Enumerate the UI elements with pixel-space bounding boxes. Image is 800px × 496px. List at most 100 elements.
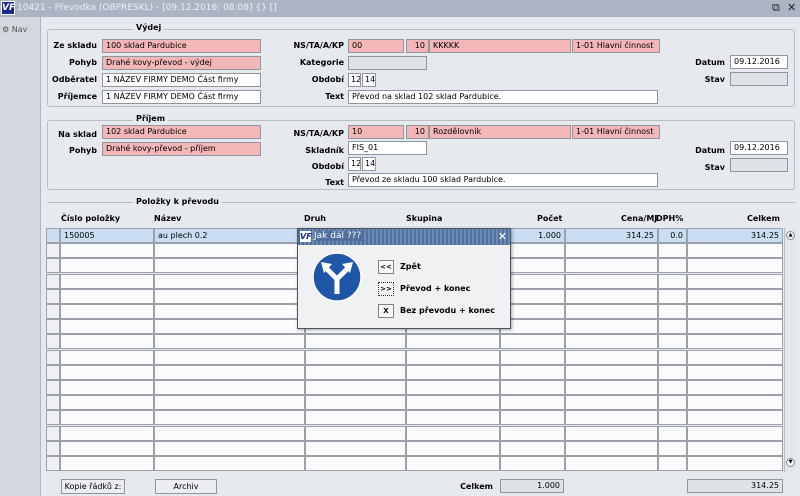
cell-druh[interactable]	[305, 349, 406, 365]
cell-dph[interactable]	[658, 243, 687, 259]
row-selector[interactable]	[46, 273, 60, 289]
cell-celkem[interactable]	[687, 349, 783, 365]
cell-cena[interactable]	[565, 440, 658, 456]
cell-celkem[interactable]	[687, 334, 783, 350]
cell-dph[interactable]	[658, 349, 687, 365]
cell-pocet[interactable]	[500, 334, 565, 350]
cell-dph[interactable]	[658, 258, 687, 274]
kopie-radku-button[interactable]: Kopie řádků z:	[61, 479, 125, 494]
cell-nazev[interactable]	[154, 380, 305, 395]
cell-celkem[interactable]: 314.25	[687, 228, 783, 243]
cell-pocet[interactable]	[500, 456, 565, 471]
cell-cislo[interactable]	[60, 364, 154, 380]
bez-prevodu-button[interactable]: X	[378, 304, 394, 318]
cell-cena[interactable]	[565, 364, 658, 380]
row-selector[interactable]	[46, 258, 60, 274]
cell-nazev[interactable]	[154, 319, 305, 335]
cell-dph[interactable]	[658, 304, 687, 319]
prijem-pohyb-field[interactable]: Drahé kovy-převod - příjem	[102, 142, 261, 156]
grid-scrollbar[interactable]: ▲ ▼	[784, 228, 796, 472]
vydej-pohyb-field[interactable]: Drahé kovy-převod - výdej	[102, 56, 261, 70]
restore-icon[interactable]: ⧉	[772, 2, 780, 14]
archiv-button[interactable]: Archiv	[155, 479, 217, 494]
prijem-ns-field-4[interactable]: 1-01 Hlavní činnost	[572, 125, 660, 139]
cell-cislo[interactable]	[60, 334, 154, 350]
row-selector[interactable]	[46, 440, 60, 456]
cell-dph[interactable]	[658, 440, 687, 456]
cell-dph[interactable]: 0.0	[658, 228, 687, 243]
cell-celkem[interactable]	[687, 273, 783, 289]
col-skupina-header[interactable]: Skupina	[406, 214, 442, 223]
cell-celkem[interactable]	[687, 395, 783, 411]
dialog-close-icon[interactable]: ✕	[498, 230, 507, 243]
cell-druh[interactable]	[305, 380, 406, 395]
row-selector[interactable]	[46, 334, 60, 350]
cell-cena[interactable]	[565, 258, 658, 274]
cell-cislo[interactable]	[60, 456, 154, 471]
cell-cena[interactable]	[565, 334, 658, 350]
cell-nazev[interactable]	[154, 243, 305, 259]
table-row[interactable]	[46, 364, 783, 380]
cell-celkem[interactable]	[687, 288, 783, 304]
cell-pocet[interactable]	[500, 364, 565, 380]
cell-celkem[interactable]	[687, 319, 783, 335]
cell-skupina[interactable]	[406, 456, 500, 471]
ze-skladu-field[interactable]: 100 sklad Pardubice	[102, 39, 261, 53]
row-selector[interactable]	[46, 456, 60, 471]
cell-nazev[interactable]	[154, 395, 305, 411]
row-selector[interactable]	[46, 364, 60, 380]
cell-druh[interactable]	[305, 364, 406, 380]
scroll-up-icon[interactable]: ▲	[786, 231, 795, 240]
row-selector[interactable]	[46, 304, 60, 319]
table-row[interactable]	[46, 410, 783, 426]
prijem-obdobi-field-1[interactable]: 12	[348, 157, 361, 171]
vydej-ns-field-1[interactable]: 00	[348, 39, 404, 53]
zpet-button[interactable]: <<	[378, 260, 394, 274]
cell-cislo[interactable]	[60, 288, 154, 304]
cell-celkem[interactable]	[687, 258, 783, 274]
cell-cislo[interactable]	[60, 425, 154, 441]
cell-skupina[interactable]	[406, 349, 500, 365]
col-druh-header[interactable]: Druh	[304, 214, 326, 223]
cell-nazev[interactable]	[154, 334, 305, 350]
cell-nazev[interactable]	[154, 440, 305, 456]
cell-cislo[interactable]	[60, 258, 154, 274]
prijem-ns-field-2[interactable]: 10	[406, 125, 429, 139]
cell-nazev[interactable]	[154, 410, 305, 426]
cell-druh[interactable]	[305, 456, 406, 471]
cell-dph[interactable]	[658, 380, 687, 395]
row-selector[interactable]	[46, 410, 60, 426]
cell-nazev[interactable]	[154, 364, 305, 380]
cell-cena[interactable]	[565, 410, 658, 426]
cell-celkem[interactable]	[687, 304, 783, 319]
cell-cislo[interactable]	[60, 319, 154, 335]
vydej-datum-field[interactable]: 09.12.2016	[730, 55, 788, 69]
cell-nazev[interactable]	[154, 425, 305, 441]
nav-button[interactable]: ⚙ Nav	[2, 25, 27, 34]
prijem-text-field[interactable]: Převod ze skladu 100 sklad Pardubice.	[348, 173, 658, 187]
cell-celkem[interactable]	[687, 380, 783, 395]
cell-dph[interactable]	[658, 334, 687, 350]
cell-pocet[interactable]	[500, 380, 565, 395]
cell-nazev[interactable]	[154, 288, 305, 304]
cell-cena[interactable]	[565, 319, 658, 335]
prijem-ns-field-3[interactable]: Rozdělovník	[429, 125, 571, 139]
cell-pocet[interactable]	[500, 410, 565, 426]
cell-cena[interactable]: 314.25	[565, 228, 658, 243]
cell-celkem[interactable]	[687, 425, 783, 441]
table-row[interactable]	[46, 334, 783, 350]
cell-cena[interactable]	[565, 349, 658, 365]
cell-skupina[interactable]	[406, 334, 500, 350]
row-selector[interactable]	[46, 349, 60, 365]
cell-druh[interactable]	[305, 425, 406, 441]
cell-celkem[interactable]	[687, 456, 783, 471]
col-cena-header[interactable]: Cena/MJ	[621, 214, 657, 223]
cell-skupina[interactable]	[406, 440, 500, 456]
col-nazev-header[interactable]: Název	[154, 214, 181, 223]
table-row[interactable]	[46, 380, 783, 395]
kategorie-field[interactable]	[348, 56, 427, 70]
col-pocet-header[interactable]: Počet	[537, 214, 562, 223]
cell-skupina[interactable]	[406, 410, 500, 426]
cell-nazev[interactable]: au plech 0.2	[154, 228, 305, 243]
col-dph-header[interactable]: DPH%	[656, 214, 683, 223]
